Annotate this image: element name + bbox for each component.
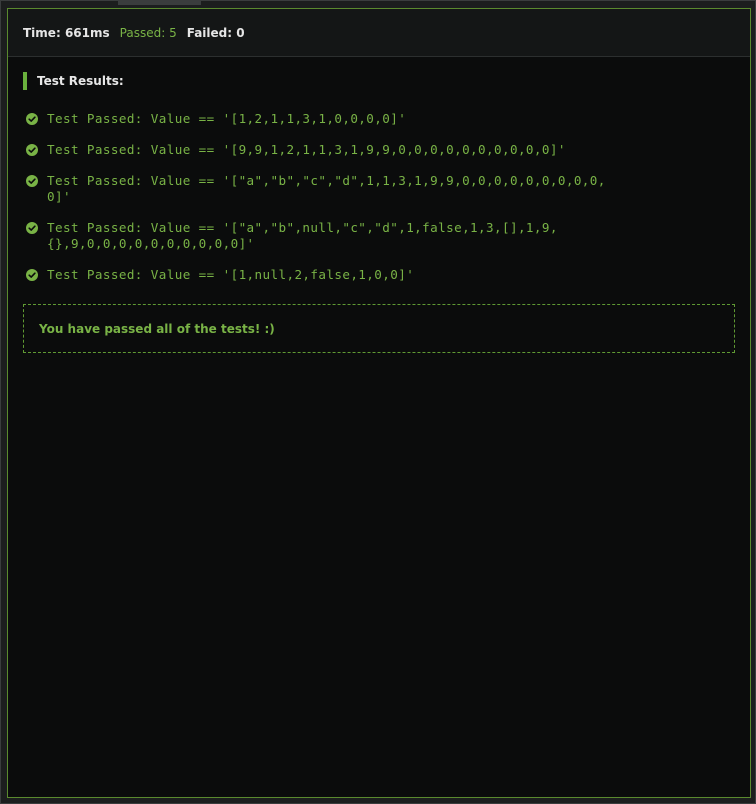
result-list: Test Passed: Value == '[1,2,1,1,3,1,0,0,…	[26, 111, 726, 298]
failed-label: Failed:	[186, 25, 233, 40]
result-item: Test Passed: Value == '[9,9,1,2,1,1,3,1,…	[26, 142, 726, 158]
failed-stat: Failed: 0	[187, 26, 245, 40]
tab-indicator[interactable]	[118, 1, 201, 5]
time-value: 661ms	[64, 25, 110, 40]
result-item: Test Passed: Value == '["a","b",null,"c"…	[26, 220, 726, 252]
test-output-panel: Time: 661ms Passed: 5 Failed: 0 Test Res…	[7, 8, 751, 798]
failed-value: 0	[236, 25, 245, 40]
passed-label: Passed:	[119, 25, 166, 40]
result-text: Test Passed: Value == '[9,9,1,2,1,1,3,1,…	[47, 142, 566, 157]
passed-stat: Passed: 5	[120, 26, 177, 40]
result-text: Test Passed: Value == '["a","b",null,"c"…	[47, 220, 558, 251]
summary-message: You have passed all of the tests! :)	[23, 304, 735, 353]
check-circle-icon	[26, 269, 38, 281]
window-frame: Time: 661ms Passed: 5 Failed: 0 Test Res…	[0, 0, 756, 804]
results-title: Test Results:	[23, 72, 124, 90]
check-circle-icon	[26, 144, 38, 156]
passed-value: 5	[169, 25, 177, 40]
time-label: Time:	[23, 25, 61, 40]
time-stat: Time: 661ms	[23, 26, 110, 40]
result-text: Test Passed: Value == '["a","b","c","d",…	[47, 173, 606, 204]
results-header: Time: 661ms Passed: 5 Failed: 0	[8, 9, 750, 57]
result-text: Test Passed: Value == '[1,null,2,false,1…	[47, 267, 415, 282]
result-text: Test Passed: Value == '[1,2,1,1,3,1,0,0,…	[47, 111, 407, 126]
result-item: Test Passed: Value == '[1,2,1,1,3,1,0,0,…	[26, 111, 726, 127]
result-item: Test Passed: Value == '["a","b","c","d",…	[26, 173, 726, 205]
check-circle-icon	[26, 222, 38, 234]
result-item: Test Passed: Value == '[1,null,2,false,1…	[26, 267, 726, 283]
check-circle-icon	[26, 113, 38, 125]
check-circle-icon	[26, 175, 38, 187]
